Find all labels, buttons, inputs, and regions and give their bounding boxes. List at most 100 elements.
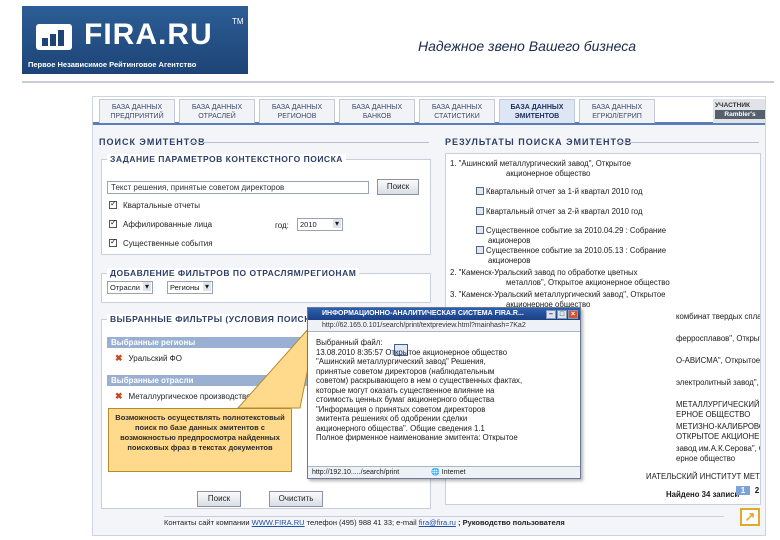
checkbox-icon[interactable]: [109, 218, 117, 228]
expand-arrow-icon[interactable]: ↗: [740, 508, 760, 526]
logo-name: FIRA.RU: [84, 18, 213, 51]
result-company[interactable]: 3. "Каменск-Уральский металлургический з…: [450, 290, 666, 300]
checkbox-affiliates[interactable]: Аффилированные лица: [109, 218, 213, 229]
document-icon: [476, 226, 484, 234]
result-company-partial[interactable]: ИАТЕЛЬСКИЙ ИНСТИТУТ МЕТАЛЛОВ": [646, 472, 760, 482]
popup-title: ИНФОРМАЦИОННО-АНАЛИТИЧЕСКАЯ СИСТЕМА FIRA…: [322, 310, 524, 317]
partner-brand: Rambler's: [715, 110, 765, 119]
popup-line: эмитента решениях об одобрении сделки: [316, 414, 468, 423]
region-name: Уральский ФО: [128, 354, 182, 363]
checkbox-label: Аффилированные лица: [123, 220, 213, 229]
result-company[interactable]: 1. "Ашинский металлургический завод", От…: [450, 159, 631, 169]
result-company[interactable]: 2. "Каменск-Уральский завод по обработке…: [450, 268, 638, 278]
contact-footer: Контакты сайт компании WWW.FIRA.RU телеф…: [164, 516, 724, 527]
popup-line: Полное фирменное наименование эмитента: …: [316, 433, 518, 442]
popup-line: Выбранный файл:: [316, 338, 383, 347]
close-icon[interactable]: ×: [568, 310, 578, 319]
popup-line: стоимость ценных бумаг акционерного обще…: [316, 395, 495, 404]
popup-statusbar: http://192.10...../search/print 🌐 Intern…: [308, 466, 580, 478]
document-icon: [476, 246, 484, 254]
popup-line: принятые советом директоров (наблюдатель…: [316, 366, 495, 376]
result-company-partial[interactable]: ферросплавов", Открытое: [676, 334, 760, 344]
result-company-partial[interactable]: комбинат твердых сплавов", Открытое: [676, 312, 760, 322]
result-company-partial[interactable]: О-АВИСМА", Открытое акционерное: [676, 356, 760, 366]
tab-regions[interactable]: БАЗА ДАННЫХ РЕГИОНОВ: [259, 99, 335, 123]
found-count: Найдено 34 записи: [666, 490, 740, 499]
industries-select[interactable]: Отрасли: [107, 281, 153, 294]
result-doc[interactable]: Существенное событие за 2010.05.13 : Соб…: [476, 246, 666, 256]
checkbox-icon[interactable]: [109, 199, 117, 209]
email-link[interactable]: fira@fira.ru: [419, 518, 456, 527]
slide-page-1[interactable]: 1: [736, 486, 750, 495]
result-doc-label: Существенное событие за 2010.05.13 : Соб…: [486, 246, 667, 255]
status-url: http://192.10...../search/print: [312, 469, 400, 476]
header-divider: [22, 81, 774, 83]
year-select[interactable]: 2010: [297, 218, 343, 231]
minimize-icon[interactable]: –: [546, 310, 556, 319]
logo-tm: TM: [232, 17, 244, 26]
site-link[interactable]: WWW.FIRA.RU: [252, 518, 305, 527]
result-company-partial[interactable]: МЕТАЛЛУРГИЧЕСКИЙ КОМБИНАТ",: [676, 400, 760, 410]
bottom-search-button[interactable]: Поиск: [197, 491, 241, 507]
search-button[interactable]: Поиск: [377, 179, 419, 195]
feature-callout: Возможность осуществлять полнотекстовый …: [108, 408, 292, 472]
selected-regions-header: Выбранные регионы: [107, 337, 307, 348]
results-panel-rule: [617, 142, 759, 143]
slide-page-2[interactable]: 2: [750, 486, 764, 495]
checkbox-icon[interactable]: [109, 237, 117, 247]
result-doc-label: Квартальный отчет за 2-й квартал 2010 го…: [486, 207, 643, 216]
popup-line: "Информация о принятых советом директоро…: [316, 404, 486, 414]
remove-icon[interactable]: ✖: [115, 353, 123, 363]
checkbox-label: Квартальные отчеты: [123, 201, 200, 210]
result-company-cont: акционерное общество: [506, 169, 591, 178]
selected-branch-item: ✖ Металлургическое производство (27): [115, 391, 267, 402]
tab-industries[interactable]: БАЗА ДАННЫХ ОТРАСЛЕЙ: [179, 99, 255, 123]
tab-egrul[interactable]: БАЗА ДАННЫХ ЕГРЮЛ/ЕГРИП: [579, 99, 655, 123]
result-company-partial[interactable]: завод им.А.К.Серова", Открытое: [676, 444, 760, 454]
result-doc-label: Квартальный отчет за 1-й квартал 2010 го…: [486, 187, 643, 196]
user-guide-link[interactable]: ; Руководство пользователя: [458, 518, 565, 527]
checkbox-quarterly[interactable]: Квартальные отчеты: [109, 199, 200, 210]
footer-phone: телефон (495) 988 41 33; e-mail: [306, 518, 417, 527]
fira-logo[interactable]: FIRA.RU TM Первое Независимое Рейтингово…: [22, 6, 248, 74]
database-tabs: БАЗА ДАННЫХ ПРЕДПРИЯТИЙ БАЗА ДАННЫХ ОТРА…: [93, 97, 765, 125]
result-doc[interactable]: Существенное событие за 2010.04.29 : Соб…: [476, 226, 666, 236]
year-label: год:: [275, 221, 289, 230]
logo-tagline: Первое Независимое Рейтинговое Агентство: [28, 60, 197, 69]
tab-statistics[interactable]: БАЗА ДАННЫХ СТАТИСТИКИ: [419, 99, 495, 123]
tab-issuers[interactable]: БАЗА ДАННЫХ ЭМИТЕНТОВ: [499, 99, 575, 123]
search-input[interactable]: Текст решения, принятые советом директор…: [107, 181, 369, 194]
result-doc-cont: акционеров: [488, 236, 531, 245]
popup-address-bar[interactable]: http://62.165.0.101/search/print/textpre…: [308, 320, 580, 332]
result-company-partial: ЕРНОЕ ОБЩЕСТВО: [676, 410, 751, 419]
result-company-partial[interactable]: электролитный завод", Закрытое: [676, 378, 760, 388]
popup-line: "Ашинский металлургический завод" Решени…: [316, 357, 486, 366]
popup-titlebar[interactable]: ИНФОРМАЦИОННО-АНАЛИТИЧЕСКАЯ СИСТЕМА FIRA…: [308, 308, 580, 320]
maximize-icon[interactable]: □: [557, 310, 567, 319]
result-company-cont: металлов", Открытое акционерное общество: [506, 278, 670, 287]
tab-banks[interactable]: БАЗА ДАННЫХ БАНКОВ: [339, 99, 415, 123]
preview-popup[interactable]: ИНФОРМАЦИОННО-АНАЛИТИЧЕСКАЯ СИСТЕМА FIRA…: [307, 307, 581, 479]
logo-chart-icon: [36, 24, 72, 50]
results-scrollbar[interactable]: [765, 153, 766, 493]
results-panel-title: РЕЗУЛЬТАТЫ ПОИСКА ЭМИТЕНТОВ: [445, 137, 633, 147]
slide-pager: 12: [736, 486, 770, 500]
popup-line: 13.08.2010 8:35:57 Открытое акционерное …: [316, 347, 508, 357]
tab-companies[interactable]: БАЗА ДАННЫХ ПРЕДПРИЯТИЙ: [99, 99, 175, 123]
regions-select[interactable]: Регионы: [167, 281, 213, 294]
remove-icon[interactable]: ✖: [115, 391, 123, 401]
slogan: Надежное звено Вашего бизнеса: [418, 38, 636, 54]
slide-header: FIRA.RU TM Первое Независимое Рейтингово…: [0, 0, 780, 83]
active-filters-title: ВЫБРАННЫЕ ФИЛЬТРЫ (УСЛОВИЯ ПОИСКА): [107, 314, 323, 324]
window-controls: – □ ×: [545, 309, 578, 321]
result-company-partial: ОТКРЫТОЕ АКЦИОНЕРНОЕ ОБЩЕСТВО: [676, 432, 760, 441]
selected-region-item: ✖ Уральский ФО: [115, 353, 182, 364]
checkbox-events[interactable]: Существенные события: [109, 237, 213, 248]
result-doc[interactable]: Квартальный отчет за 1-й квартал 2010 го…: [476, 187, 643, 197]
rambler-badge[interactable]: УЧАСТНИК Rambler's: [713, 99, 765, 123]
popup-content: Выбранный файл: 13.08.2010 8:35:57 Откры…: [316, 338, 572, 443]
result-doc[interactable]: Квартальный отчет за 2-й квартал 2010 го…: [476, 207, 643, 217]
clear-button[interactable]: Очистить: [269, 491, 323, 507]
result-company-partial: ерное общество: [676, 454, 736, 463]
result-company-partial[interactable]: МЕТИЗНО-КАЛИБРОВОЧНЫЙ ЗАВОД: [676, 422, 760, 432]
